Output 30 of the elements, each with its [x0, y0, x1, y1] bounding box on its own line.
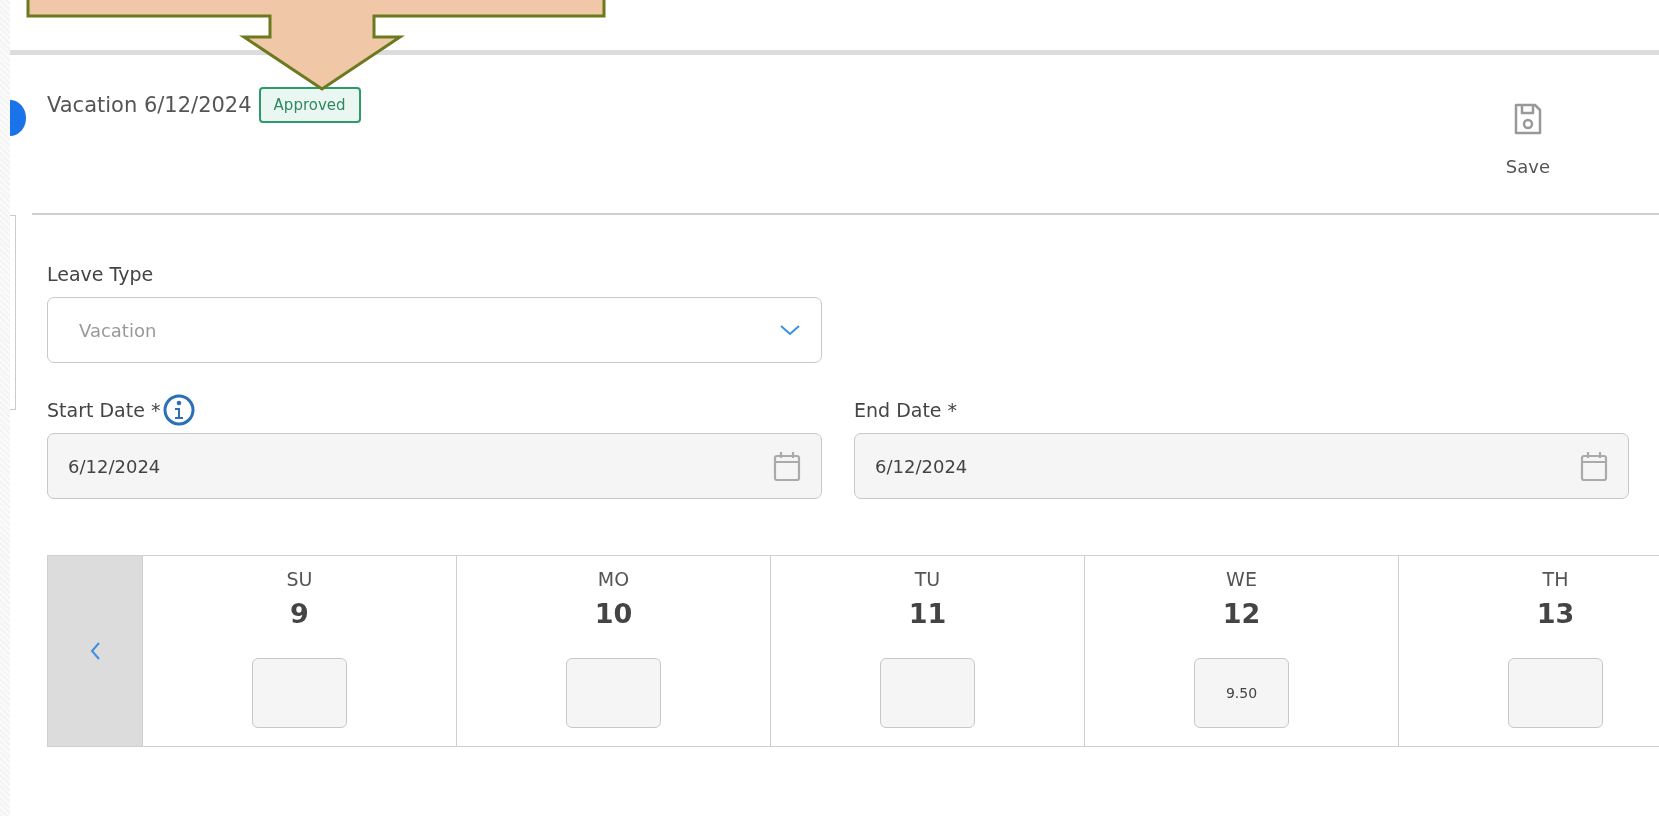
weekday-label: SU	[286, 568, 313, 592]
weekday-label: WE	[1226, 568, 1257, 592]
weekday-label: TH	[1542, 568, 1569, 592]
hours-input[interactable]	[1508, 658, 1603, 728]
save-icon	[1512, 102, 1543, 136]
day-number: 11	[908, 598, 947, 631]
date-field[interactable]: 6/12/2024	[47, 433, 822, 499]
field-label: End Date *	[854, 399, 958, 421]
field-label: Leave Type	[47, 263, 154, 285]
chevron-down-icon	[779, 324, 801, 336]
day-number: 10	[594, 598, 633, 631]
chevron-left-icon	[89, 641, 101, 661]
calendar-icon	[773, 450, 801, 482]
weekday-label: TU	[914, 568, 941, 592]
hours-input[interactable]	[880, 658, 975, 728]
hours-input[interactable]	[252, 658, 347, 728]
hours-input[interactable]: 9.50	[1194, 658, 1289, 728]
save-button[interactable]: Save	[1501, 102, 1554, 177]
weekday-label: MO	[597, 568, 630, 592]
day-number: 13	[1536, 598, 1575, 631]
calendar-icon	[1580, 450, 1608, 482]
previous-week-button[interactable]	[48, 556, 143, 746]
info-icon[interactable]	[163, 394, 196, 426]
field-label: Start Date *	[47, 399, 161, 421]
hours-input[interactable]	[566, 658, 661, 728]
date-field[interactable]: 6/12/2024	[854, 433, 1629, 499]
day-number: 12	[1222, 598, 1261, 631]
status-badge: Approved	[258, 87, 361, 123]
day-number: 9	[290, 598, 309, 631]
request-title: Vacation 6/12/2024	[47, 93, 252, 117]
